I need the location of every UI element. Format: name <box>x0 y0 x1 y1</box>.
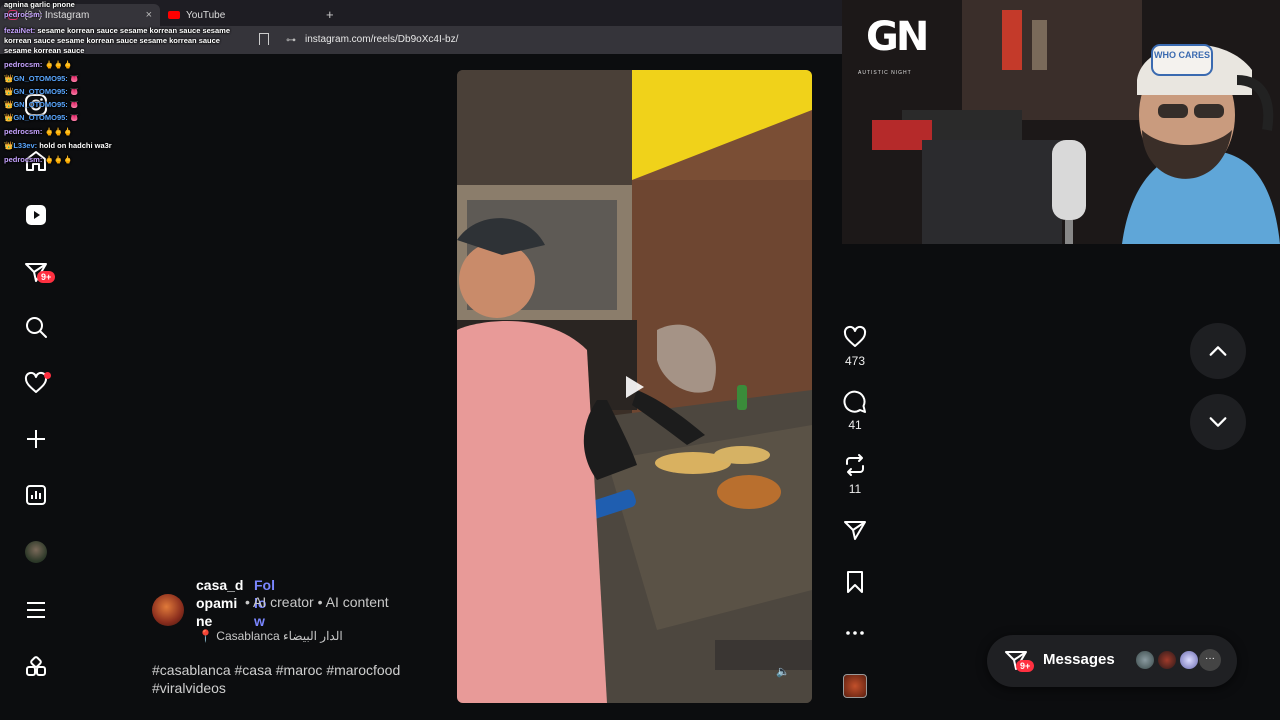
dashboard-icon[interactable] <box>23 482 49 508</box>
more-menu-icon[interactable] <box>23 597 49 623</box>
reels-icon[interactable] <box>23 202 49 228</box>
screen: (9+) Instagram × YouTube + ⊶ instagram.c… <box>0 0 1280 720</box>
chevron-down-icon <box>1209 417 1227 427</box>
volume-icon[interactable]: 🔈 <box>776 665 790 678</box>
search-icon[interactable] <box>23 314 49 340</box>
gn-logo: GN <box>866 14 929 60</box>
also-from-meta-icon[interactable] <box>23 654 49 680</box>
save-bookmark-icon[interactable] <box>843 570 867 599</box>
more-options-icon[interactable] <box>843 621 867 650</box>
author-username[interactable]: casa_d opami ne <box>196 576 243 630</box>
chevron-up-icon <box>1209 346 1227 356</box>
share-icon[interactable] <box>843 518 867 547</box>
chat-message: agnina garlic pnone <box>4 0 75 9</box>
location-pin-icon: 📍 <box>198 629 213 643</box>
create-plus-icon[interactable] <box>23 426 49 452</box>
previous-reel-button[interactable] <box>1190 323 1246 379</box>
stream-chat-overlay: agnina garlic pnone pedrocsm: fezaiNet: … <box>4 0 234 165</box>
messages-pill-badge: 9+ <box>1016 660 1035 672</box>
like-count[interactable]: 473 <box>835 354 875 368</box>
chat-message: 👑GN_OTOMO95: 👅 <box>4 100 80 109</box>
comment-icon[interactable] <box>843 390 867 419</box>
chat-message: 👑GN_OTOMO95: 👅 <box>4 113 80 122</box>
notification-dot <box>44 372 51 379</box>
comment-count[interactable]: 41 <box>835 418 875 432</box>
messages-badge: 9+ <box>37 271 56 283</box>
chat-message: pedrocsm: <box>4 10 43 19</box>
conversation-avatar <box>1134 649 1156 671</box>
chat-message: 👑GN_OTOMO95: 👅 <box>4 87 80 96</box>
profile-picture <box>25 541 47 563</box>
messages-label: Messages <box>1043 651 1115 668</box>
cap-text: WHO CARES <box>1154 50 1210 60</box>
gn-logo-subtitle: AUTISTIC NIGHT <box>858 70 912 76</box>
repost-count[interactable]: 11 <box>835 482 875 496</box>
profile-avatar[interactable] <box>23 539 49 565</box>
reel-caption: #casablanca #casa #maroc #marocfood #vir… <box>152 662 401 696</box>
chat-message: fezaiNet: sesame korrean sauce sesame ko… <box>4 26 230 55</box>
chat-message: pedrocsm: 🖕🖕🖕 <box>4 127 73 136</box>
play-icon[interactable] <box>626 376 644 398</box>
conversation-avatar <box>1178 649 1200 671</box>
bookmark-icon[interactable] <box>259 33 269 45</box>
chat-message: pedrocsm: 🖕🖕🖕 <box>4 60 73 69</box>
repost-icon[interactable] <box>843 453 867 482</box>
url-text[interactable]: instagram.com/reels/Db9oXc4I-bz/ <box>305 34 458 45</box>
next-reel-button[interactable] <box>1190 394 1246 450</box>
more-conversations-icon: ··· <box>1199 649 1221 671</box>
chat-message: 👑L33ev: hold on hadchi wa3r <box>4 141 112 150</box>
new-tab-button[interactable]: + <box>326 4 334 26</box>
location-link[interactable]: 📍 Casablanca الدار البيضاء <box>198 629 343 643</box>
author-avatar[interactable] <box>152 594 184 626</box>
chat-message: pedrocsm: 🖕🖕🖕 <box>4 155 73 164</box>
chat-message: 👑GN_OTOMO95: 👅 <box>4 74 80 83</box>
author-meta: • AI creator • AI content <box>245 594 389 610</box>
like-heart-icon[interactable] <box>843 325 867 354</box>
conversation-avatar <box>1156 649 1178 671</box>
site-info-icon[interactable]: ⊶ <box>286 35 296 46</box>
audio-thumbnail[interactable] <box>843 674 867 698</box>
